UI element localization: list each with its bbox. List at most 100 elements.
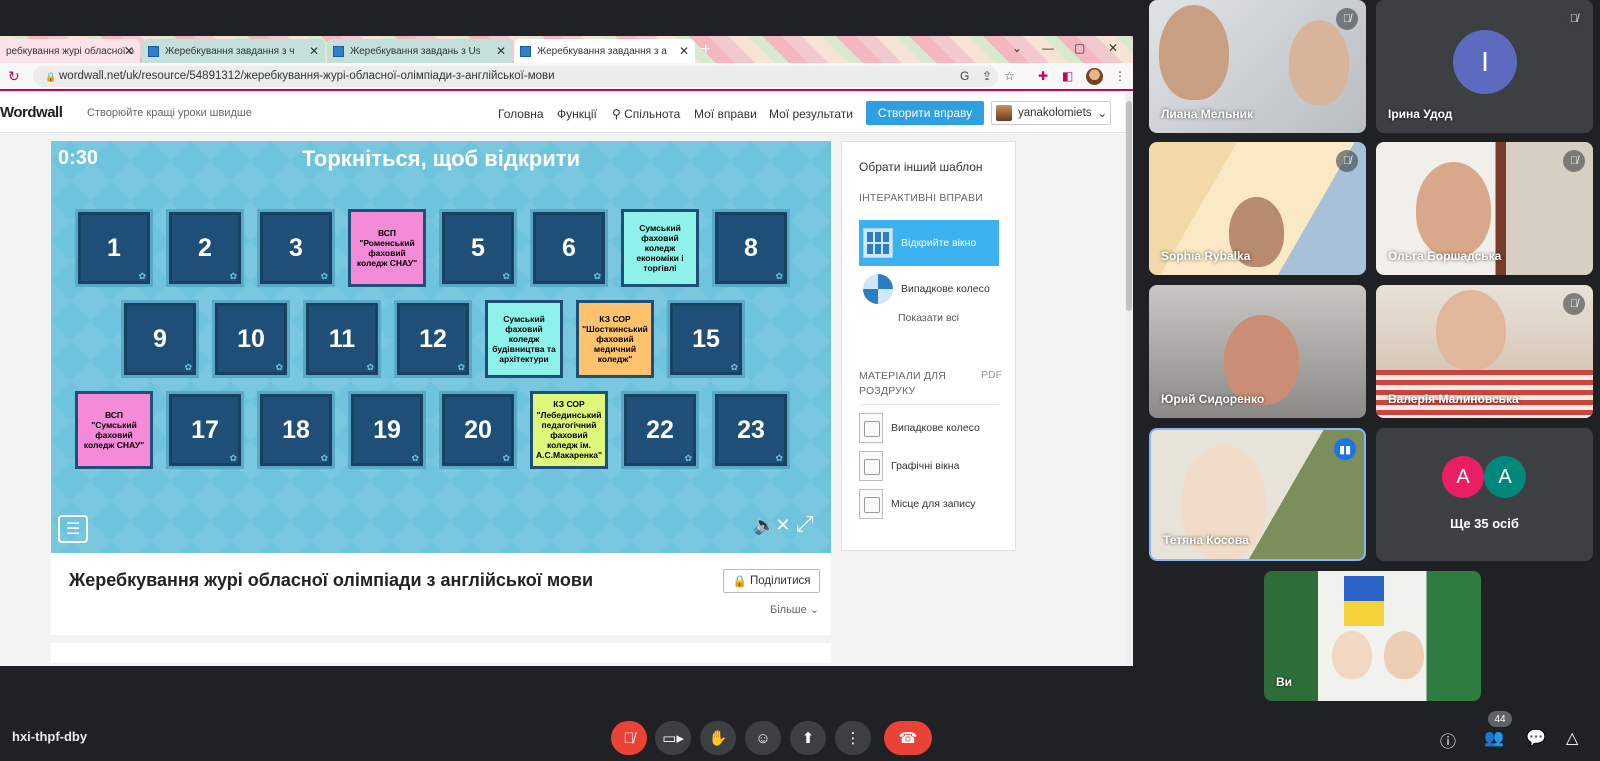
browser-tab-1[interactable]: ребкування журі обласної ол ✕ bbox=[0, 39, 140, 63]
open-the-box-game[interactable]: 0:30 Торкніться, щоб відкрити 123ВСП "Ро… bbox=[51, 141, 831, 553]
print-random-wheel[interactable]: Випадкове колесо bbox=[859, 412, 999, 444]
tab-title: Жеребкування завдання з аудіо bbox=[537, 45, 667, 57]
tab-bar: ребкування журі обласної ол ✕ Жеребкуванн… bbox=[0, 36, 1133, 63]
participant-video bbox=[1159, 5, 1229, 100]
closed-box-tile[interactable]: 23 bbox=[712, 391, 790, 469]
template-open-the-box[interactable]: Відкрийте вікно bbox=[859, 220, 999, 266]
emoji-icon: ☺ bbox=[755, 729, 771, 747]
more-options-button[interactable]: ⋮ bbox=[835, 721, 871, 755]
close-icon[interactable]: ✕ bbox=[679, 44, 689, 58]
menu-dots-icon[interactable]: ⋮ bbox=[1114, 69, 1126, 83]
closed-box-tile[interactable]: 11 bbox=[303, 300, 381, 378]
lock-icon[interactable]: 🔒 bbox=[45, 72, 56, 83]
closed-box-tile[interactable]: 17 bbox=[166, 391, 244, 469]
camera-button[interactable]: ▭▸ bbox=[655, 721, 691, 755]
closed-box-tile[interactable]: 6 bbox=[530, 209, 608, 287]
share-button[interactable]: 🔒 Поділитися bbox=[723, 569, 820, 593]
show-all-link[interactable]: Показати всі bbox=[842, 312, 1015, 324]
close-icon[interactable]: ✕ bbox=[309, 44, 319, 58]
camera-icon: ▭▸ bbox=[662, 730, 684, 747]
reactions-button[interactable]: ☺ bbox=[745, 721, 781, 755]
closed-box-tile[interactable]: 8 bbox=[712, 209, 790, 287]
activities-icon[interactable]: △ bbox=[1566, 728, 1578, 748]
info-icon[interactable]: ⓘ bbox=[1440, 728, 1456, 752]
share-page-icon[interactable]: ⇪ bbox=[982, 69, 992, 83]
create-activity-button[interactable]: Створити вправу bbox=[866, 101, 984, 125]
participant-tile-speaking[interactable]: ▮▮ Тетяна Косова bbox=[1149, 428, 1366, 561]
opened-box-tile[interactable]: ВСП "Роменський фаховий коледж СНАУ" bbox=[348, 209, 426, 287]
mute-icon[interactable]: 🔈✕ bbox=[753, 515, 791, 536]
closed-box-tile[interactable]: 15 bbox=[667, 300, 745, 378]
browser-tab-2[interactable]: Жеребкування завдання з чита ✕ bbox=[142, 39, 325, 63]
hand-icon: ✋ bbox=[708, 730, 728, 747]
participant-tile[interactable]: 🎙̸ Валерія Малиновська bbox=[1376, 285, 1593, 418]
pdf-label: PDF bbox=[981, 369, 1002, 381]
participant-name: Ви bbox=[1276, 675, 1293, 689]
reload-icon[interactable]: ↻ bbox=[8, 68, 20, 85]
extensions-icon[interactable]: ✚ bbox=[1038, 69, 1048, 83]
leave-call-button[interactable]: ☎ bbox=[884, 721, 932, 755]
maximize-icon[interactable]: ▢ bbox=[1074, 41, 1085, 55]
self-view-tile[interactable]: Ви bbox=[1264, 571, 1481, 701]
closed-box-tile[interactable]: 22 bbox=[621, 391, 699, 469]
participant-tile[interactable]: 🎙̸ Ольга Боршадська bbox=[1376, 142, 1593, 275]
user-menu[interactable]: yanakolomiets ⌄ bbox=[991, 101, 1111, 125]
closed-box-tile[interactable]: 5 bbox=[439, 209, 517, 287]
closed-box-tile[interactable]: 20 bbox=[439, 391, 517, 469]
browser-tab-3[interactable]: Жеребкування завдань з Use o ✕ bbox=[327, 39, 512, 63]
closed-box-tile[interactable]: 19 bbox=[348, 391, 426, 469]
closed-box-tile[interactable]: 9 bbox=[121, 300, 199, 378]
game-menu-icon[interactable]: ☰ bbox=[58, 515, 88, 543]
close-icon[interactable]: ✕ bbox=[496, 44, 506, 58]
more-participants-tile[interactable]: A A Ще 35 осіб bbox=[1376, 428, 1593, 561]
chevron-down-icon[interactable]: ⌄ bbox=[1012, 41, 1022, 55]
participant-avatar: І bbox=[1453, 30, 1517, 94]
present-button[interactable]: ⬆ bbox=[790, 721, 826, 755]
nav-features[interactable]: Функції bbox=[557, 107, 597, 121]
closed-box-tile[interactable]: 3 bbox=[257, 209, 335, 287]
raise-hand-button[interactable]: ✋ bbox=[700, 721, 736, 755]
participant-tile[interactable]: І 🎙̸ Ірина Удод bbox=[1376, 0, 1593, 133]
nav-my-activities[interactable]: Мої вправи bbox=[694, 107, 757, 121]
mic-off-button[interactable]: 🎙̸ bbox=[611, 721, 647, 755]
fullscreen-icon[interactable]: ⤢ bbox=[796, 511, 814, 537]
template-random-wheel[interactable]: Випадкове колесо bbox=[859, 266, 999, 312]
close-icon[interactable]: ✕ bbox=[124, 44, 134, 58]
nav-home[interactable]: Головна bbox=[498, 107, 544, 121]
nav-community[interactable]: ⚲ Спільнота bbox=[612, 107, 680, 121]
scrollbar-thumb[interactable] bbox=[1126, 101, 1132, 311]
closed-box-tile[interactable]: 10 bbox=[212, 300, 290, 378]
browser-tab-4-active[interactable]: Жеребкування завдання з аудіо ✕ bbox=[514, 39, 695, 63]
participant-name: Лиана Мельник bbox=[1161, 107, 1254, 121]
opened-box-tile[interactable]: Сумський фаховий коледж будівництва та а… bbox=[485, 300, 563, 378]
opened-box-tile[interactable]: ВСП "Сумський фаховий коледж СНАУ" bbox=[75, 391, 153, 469]
opened-box-tile[interactable]: КЗ СОР "Шосткинський фаховий медичний ко… bbox=[576, 300, 654, 378]
participant-tile[interactable]: 🎙̸ Лиана Мельник bbox=[1149, 0, 1366, 133]
url-field[interactable]: wordwall.net/uk/resource/54891312/жеребк… bbox=[33, 66, 998, 87]
side-panel-icon[interactable]: ◧ bbox=[1062, 69, 1073, 83]
template-label: Випадкове колесо bbox=[901, 283, 990, 295]
opened-box-tile[interactable]: КЗ СОР "Лебединський педагогічний фахови… bbox=[530, 391, 608, 469]
closed-box-tile[interactable]: 12 bbox=[394, 300, 472, 378]
participant-tile[interactable]: 🎙̸ Sophia Rybalka bbox=[1149, 142, 1366, 275]
print-graphic-windows[interactable]: Графічні вікна bbox=[859, 450, 999, 482]
nav-my-results[interactable]: Мої результати bbox=[769, 107, 853, 121]
closed-box-tile[interactable]: 1 bbox=[75, 209, 153, 287]
chat-icon[interactable]: 💬 bbox=[1526, 728, 1546, 748]
print-writing-space[interactable]: Місце для запису bbox=[859, 488, 999, 520]
participant-tile[interactable]: Юрий Сидоренко bbox=[1149, 285, 1366, 418]
bookmark-star-icon[interactable]: ☆ bbox=[1004, 69, 1015, 83]
people-icon[interactable]: 👥 bbox=[1484, 728, 1504, 748]
closed-box-tile[interactable]: 18 bbox=[257, 391, 335, 469]
new-tab-icon[interactable]: + bbox=[701, 41, 710, 59]
google-icon[interactable]: G bbox=[960, 69, 969, 83]
profile-avatar[interactable] bbox=[1086, 68, 1103, 85]
close-window-icon[interactable]: ✕ bbox=[1108, 41, 1118, 55]
wordwall-favicon-icon bbox=[520, 45, 531, 57]
more-link[interactable]: Більше ⌄ bbox=[770, 603, 819, 616]
wordwall-logo[interactable]: Wordwall bbox=[0, 104, 63, 121]
opened-box-tile[interactable]: Сумський фаховий коледж економіки і торг… bbox=[621, 209, 699, 287]
closed-box-tile[interactable]: 2 bbox=[166, 209, 244, 287]
switch-template-link[interactable]: Обрати інший шаблон bbox=[859, 160, 983, 174]
minimize-icon[interactable]: — bbox=[1042, 41, 1054, 55]
